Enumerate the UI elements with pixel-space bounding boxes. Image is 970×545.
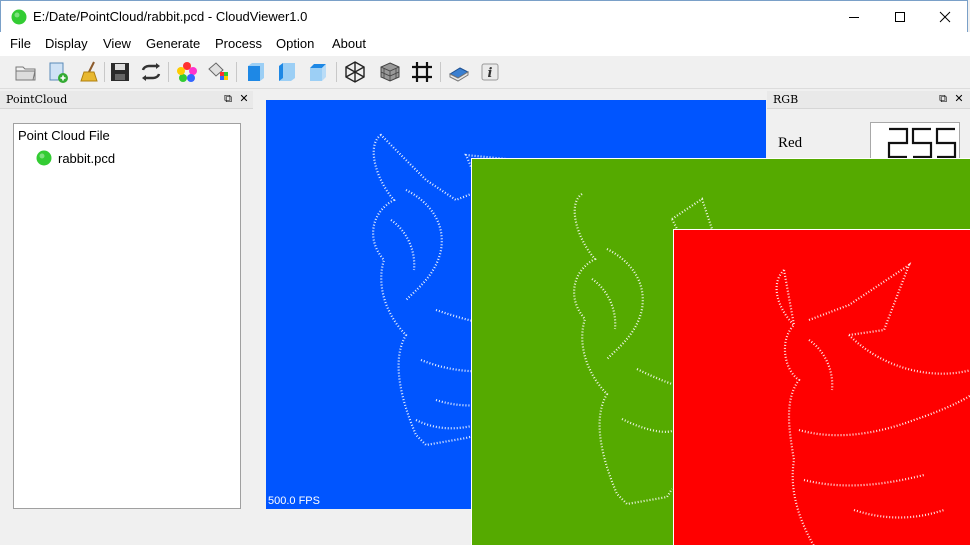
view-top-button[interactable] (306, 60, 330, 84)
app-icon (11, 9, 27, 25)
maximize-icon (895, 12, 905, 22)
red-lcd-display: 255 (870, 122, 960, 162)
close-button[interactable] (922, 1, 968, 33)
tree-item-rabbit[interactable]: rabbit.pcd (36, 150, 115, 166)
toolbar-separator (336, 62, 337, 82)
rgb-dock-title: RGB (773, 93, 799, 106)
view-left-icon (279, 63, 295, 81)
dock-float-icon[interactable]: ⧉ (222, 93, 234, 105)
pointcloud-dock-titlebar: PointCloud ⧉ ✕ (0, 91, 253, 109)
mesh-button[interactable] (343, 60, 367, 84)
paint-button[interactable] (206, 60, 230, 84)
pointcloud-dock-title: PointCloud (6, 93, 68, 106)
menu-view[interactable]: View (103, 36, 131, 51)
help-button[interactable] (447, 60, 471, 84)
menu-display[interactable]: Display (45, 36, 88, 51)
red-label: Red (778, 135, 803, 151)
convert-icon (141, 63, 161, 81)
file-dot-icon (36, 150, 52, 166)
menu-process[interactable]: Process (215, 36, 262, 51)
color-palette-icon (177, 62, 197, 82)
book-icon (448, 67, 470, 82)
close-icon (939, 11, 951, 23)
open-button[interactable] (14, 60, 38, 84)
dock-close-icon[interactable]: ✕ (238, 93, 250, 105)
clear-button[interactable] (78, 60, 102, 84)
save-icon (111, 63, 129, 81)
view-front-button[interactable] (244, 60, 268, 84)
viewer-canvas (674, 230, 970, 545)
frame-button[interactable] (410, 60, 434, 84)
view-top-icon (310, 64, 326, 81)
maximize-button[interactable] (877, 1, 923, 33)
info-button[interactable]: i (478, 60, 502, 84)
add-file-button[interactable] (46, 60, 70, 84)
clear-broom-icon (80, 61, 98, 82)
toolbar-separator (440, 62, 441, 82)
view-front-icon (248, 63, 264, 81)
menu-option[interactable]: Option (276, 36, 314, 51)
minimize-icon (849, 17, 859, 18)
mesh-icon (345, 61, 365, 83)
pointcloud-tree[interactable]: Point Cloud File rabbit.pcd (13, 123, 241, 509)
svg-text:i: i (488, 66, 493, 81)
toolbar-separator (236, 62, 237, 82)
info-icon: i (481, 63, 499, 81)
color-button[interactable] (175, 60, 199, 84)
dock-close-icon[interactable]: ✕ (953, 93, 965, 105)
cube-grid-icon (380, 62, 400, 82)
voxel-button[interactable] (378, 60, 402, 84)
minimize-button[interactable] (831, 1, 877, 33)
tree-root-label[interactable]: Point Cloud File (18, 128, 110, 143)
toolbar: i (0, 56, 970, 89)
dock-float-icon[interactable]: ⧉ (937, 93, 949, 105)
viewer-background (674, 230, 970, 545)
tree-item-label: rabbit.pcd (58, 150, 116, 166)
toolbar-separator (104, 62, 105, 82)
viewer-red[interactable] (673, 229, 970, 545)
fps-counter: 500.0 FPS (268, 495, 320, 507)
menu-file[interactable]: File (10, 36, 31, 51)
title-bar: E:/Date/PointCloud/rabbit.pcd - CloudVie… (0, 0, 968, 32)
lcd-digits (887, 127, 957, 159)
rgb-dock-titlebar: RGB ⧉ ✕ (767, 91, 970, 109)
save-button[interactable] (108, 60, 132, 84)
toolbar-separator (168, 62, 169, 82)
menu-about[interactable]: About (332, 36, 366, 51)
frame-icon (412, 62, 432, 82)
menu-generate[interactable]: Generate (146, 36, 200, 51)
add-file-icon (49, 62, 68, 83)
convert-button[interactable] (139, 60, 163, 84)
view-left-button[interactable] (275, 60, 299, 84)
window-title: E:/Date/PointCloud/rabbit.pcd - CloudVie… (33, 9, 308, 24)
paint-bucket-icon (208, 62, 228, 80)
open-folder-icon (15, 66, 36, 81)
menu-bar: File Display View Generate Process Optio… (0, 32, 970, 56)
